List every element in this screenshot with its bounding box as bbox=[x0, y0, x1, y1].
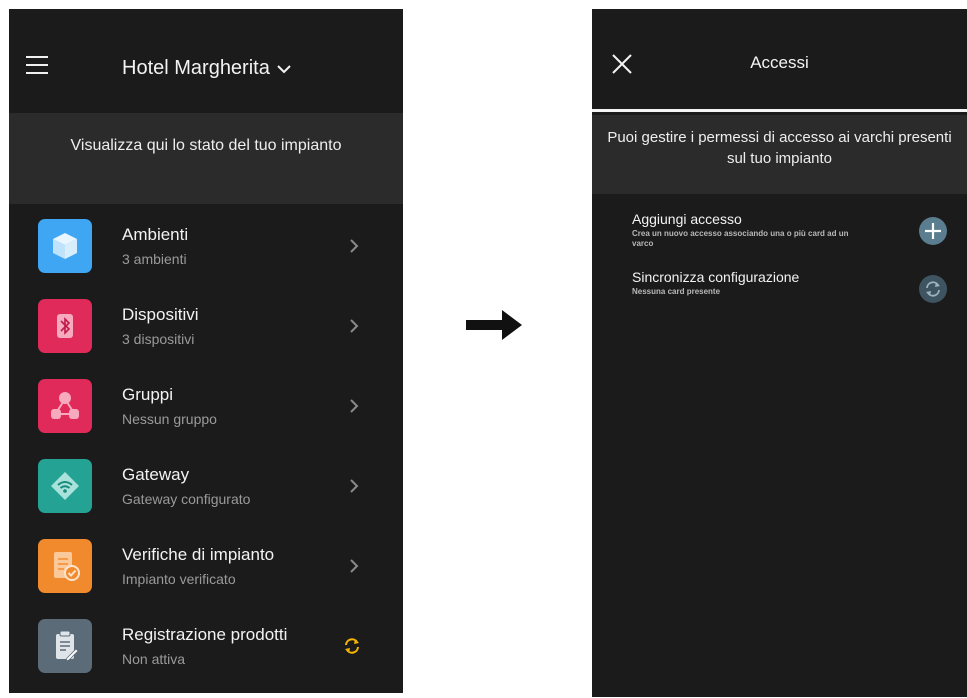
chevron-right-icon bbox=[350, 559, 359, 573]
action-description: Crea un nuovo accesso associando una o p… bbox=[632, 229, 849, 248]
chevron-right-icon bbox=[350, 319, 359, 333]
sync-icon[interactable] bbox=[343, 637, 361, 655]
menu-item-title: Ambienti bbox=[122, 225, 189, 244]
cube-icon bbox=[38, 219, 92, 273]
action-title: Sincronizza configurazione bbox=[632, 269, 800, 285]
action-description: Nessuna card presente bbox=[632, 287, 721, 296]
sync-icon bbox=[926, 281, 940, 297]
chevron-right-icon bbox=[350, 239, 359, 253]
arrow-right-icon bbox=[466, 310, 522, 340]
clipboard-icon bbox=[38, 619, 92, 673]
bluetooth-icon bbox=[38, 299, 92, 353]
menu-icon[interactable] bbox=[26, 56, 48, 74]
header-divider bbox=[592, 109, 967, 112]
add-access-item[interactable]: Aggiungi accesso Crea un nuovo accesso a… bbox=[632, 211, 922, 249]
menu-item-subtitle: Gateway configurato bbox=[122, 491, 251, 507]
menu-item-gateway[interactable]: Gateway Gateway configurato bbox=[9, 444, 403, 524]
wifi-icon bbox=[38, 459, 92, 513]
site-name: Hotel Margherita bbox=[122, 57, 270, 79]
page-title: Accessi bbox=[750, 53, 809, 72]
chevron-right-icon bbox=[350, 479, 359, 493]
home-screen: Hotel Margherita Visualizza qui lo stato… bbox=[9, 9, 403, 693]
menu-item-title: Registrazione prodotti bbox=[122, 625, 288, 644]
chevron-down-icon bbox=[277, 64, 291, 73]
menu-item-title: Gruppi bbox=[122, 385, 174, 404]
menu-item-registrazione[interactable]: Registrazione prodotti Non attiva bbox=[9, 604, 403, 684]
menu-item-title: Verifiche di impianto bbox=[122, 545, 275, 564]
menu-item-gruppi[interactable]: Gruppi Nessun gruppo bbox=[9, 364, 403, 444]
sync-config-button[interactable] bbox=[919, 275, 947, 303]
menu-item-subtitle: 3 dispositivi bbox=[122, 331, 195, 347]
group-icon bbox=[38, 379, 92, 433]
plus-icon bbox=[925, 223, 941, 239]
menu-item-subtitle: 3 ambienti bbox=[122, 251, 187, 267]
menu-item-ambienti[interactable]: Ambienti 3 ambienti bbox=[9, 204, 403, 284]
banner-text: Puoi gestire i permessi di accesso ai va… bbox=[607, 129, 952, 167]
banner-text: Visualizza qui lo stato del tuo impianto bbox=[70, 137, 342, 154]
app-header: Accessi bbox=[592, 9, 967, 109]
site-selector[interactable]: Hotel Margherita bbox=[122, 57, 292, 80]
chevron-right-icon bbox=[350, 399, 359, 413]
menu-item-title: Gateway bbox=[122, 465, 190, 484]
app-header: Hotel Margherita bbox=[9, 9, 403, 113]
menu-item-subtitle: Impianto verificato bbox=[122, 571, 236, 587]
menu-item-dispositivi[interactable]: Dispositivi 3 dispositivi bbox=[9, 284, 403, 364]
checklist-icon bbox=[38, 539, 92, 593]
access-screen: Accessi Puoi gestire i permessi di acces… bbox=[592, 9, 967, 697]
status-banner: Visualizza qui lo stato del tuo impianto bbox=[9, 113, 403, 204]
add-access-button[interactable] bbox=[919, 217, 947, 245]
menu-item-verifiche[interactable]: Verifiche di impianto Impianto verificat… bbox=[9, 524, 403, 604]
sync-config-item[interactable]: Sincronizza configurazione Nessuna card … bbox=[632, 269, 922, 297]
menu-item-subtitle: Non attiva bbox=[122, 651, 186, 667]
action-title: Aggiungi accesso bbox=[632, 211, 742, 227]
menu-item-title: Dispositivi bbox=[122, 305, 199, 324]
info-banner: Puoi gestire i permessi di accesso ai va… bbox=[592, 115, 967, 194]
menu-item-subtitle: Nessun gruppo bbox=[122, 411, 217, 427]
